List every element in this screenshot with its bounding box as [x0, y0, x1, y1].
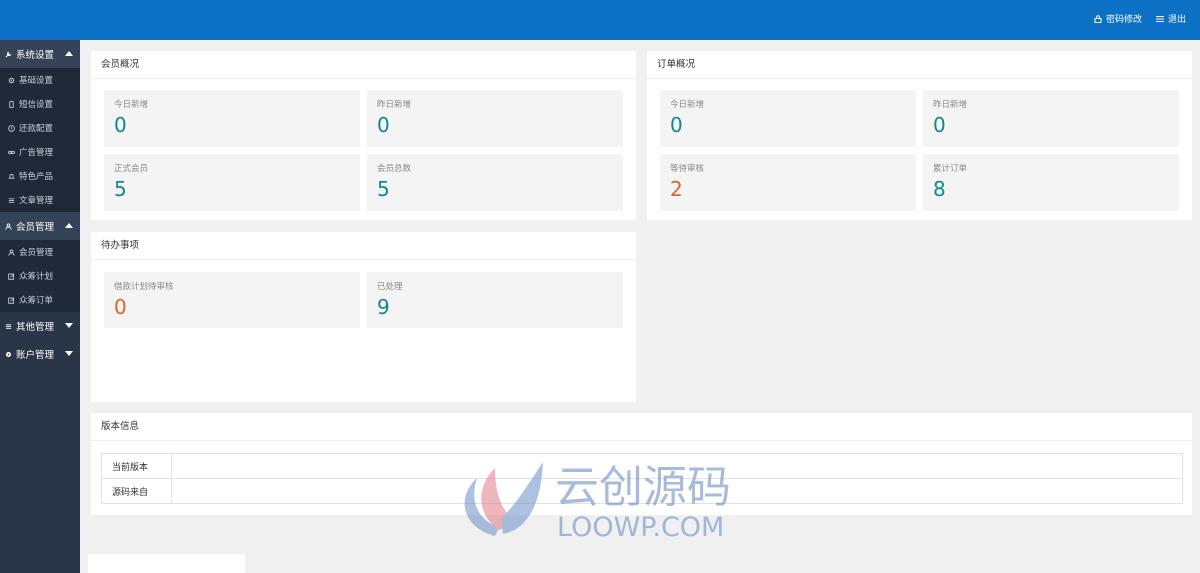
sidebar-item-ad-management[interactable]: 广告管理 [0, 140, 80, 164]
stat-value: 0 [670, 113, 683, 137]
sidebar-item-label: 短信设置 [19, 100, 54, 110]
sidebar-group-account-management[interactable]: 账户管理 [0, 340, 80, 368]
stat-total-members: 会员总数 5 [367, 154, 623, 211]
stat-loan-plan-pending: 借款计划待审核 0 [104, 272, 360, 328]
sidebar-item-label: 众筹计划 [19, 272, 54, 282]
sidebar-item-member-management[interactable]: 会员管理 [0, 240, 80, 264]
watermark-text-cn: 云创源码 [555, 462, 731, 513]
stat-processed: 已处理 9 [367, 272, 623, 328]
sidebar-group-label: 会员管理 [16, 222, 55, 233]
chevron-up-icon [65, 51, 73, 56]
sidebar-group-other-management[interactable]: 其他管理 [0, 312, 80, 340]
gear-icon [8, 77, 15, 83]
card-title: 会员概况 [91, 51, 636, 79]
link-icon [8, 150, 15, 154]
todo-card: 待办事项 借款计划待审核 0 已处理 9 [91, 232, 636, 402]
stat-value: 8 [933, 177, 946, 201]
menu-icon [1155, 15, 1164, 22]
chevron-down-icon [65, 323, 73, 328]
stat-label: 正式会员 [114, 164, 149, 174]
bell-icon [8, 173, 15, 179]
card-title: 版本信息 [91, 413, 1192, 441]
stat-label: 今日新增 [670, 100, 705, 110]
header-actions: 密码修改 退出 [1094, 12, 1186, 25]
top-bar: 密码修改 退出 [0, 0, 1200, 40]
sidebar-item-repayment-config[interactable]: 还款配置 [0, 116, 80, 140]
order-overview-card: 订单概况 今日新增 0 昨日新增 0 等待审核 2 累计订单 8 [647, 51, 1192, 220]
stat-official-members: 正式会员 5 [104, 154, 360, 211]
info-icon [8, 124, 15, 132]
sidebar-item-crowdfunding-orders[interactable]: 众筹订单 [0, 288, 80, 312]
list-icon [5, 323, 12, 329]
edit-icon [8, 297, 15, 304]
sidebar-item-article-management[interactable]: 文章管理 [0, 188, 80, 212]
sidebar-group-label: 系统设置 [16, 50, 55, 61]
gear-icon [6, 351, 11, 357]
stat-label: 等待审核 [670, 164, 705, 174]
logout-label: 退出 [1167, 15, 1186, 25]
table-key: 当前版本 [101, 453, 172, 479]
sidebar-item-label: 还款配置 [19, 124, 54, 134]
card-title: 订单概况 [647, 51, 1192, 79]
stat-label: 昨日新增 [933, 100, 968, 110]
lock-icon [1094, 14, 1102, 23]
sidebar-group-system-settings[interactable]: 系统设置 [0, 40, 80, 68]
stat-value: 2 [670, 177, 683, 201]
stat-label: 会员总数 [377, 164, 412, 174]
change-password-label: 密码修改 [1105, 15, 1142, 25]
stat-value: 0 [114, 113, 127, 137]
user-icon [8, 248, 15, 256]
bottom-panel [88, 554, 245, 573]
wrench-icon [5, 51, 12, 57]
sidebar-submenu-member: 会员管理 众筹计划 众筹订单 [0, 240, 80, 312]
sidebar-item-label: 众筹订单 [19, 296, 54, 306]
stat-label: 借款计划待审核 [114, 282, 174, 292]
stat-value: 9 [377, 295, 390, 319]
sidebar-group-label: 其他管理 [16, 322, 55, 333]
sidebar-item-label: 会员管理 [19, 248, 54, 258]
phone-icon [9, 100, 14, 108]
list-icon [8, 197, 15, 203]
sidebar-item-sms-settings[interactable]: 短信设置 [0, 92, 80, 116]
stat-value: 5 [114, 177, 127, 201]
member-overview-card: 会员概况 今日新增 0 昨日新增 0 正式会员 5 会员总数 5 [91, 51, 636, 220]
stat-label: 累计订单 [933, 164, 968, 174]
stat-today-new-members: 今日新增 0 [104, 90, 360, 147]
sidebar-item-label: 基础设置 [19, 76, 54, 86]
chevron-up-icon [65, 223, 73, 228]
sidebar-item-crowdfunding-plan[interactable]: 众筹计划 [0, 264, 80, 288]
chevron-down-icon [65, 351, 73, 356]
sidebar-item-label: 特色产品 [19, 172, 54, 182]
stat-today-new-orders: 今日新增 0 [660, 90, 916, 147]
table-key: 源码来自 [101, 478, 172, 504]
card-title: 待办事项 [91, 232, 636, 260]
watermark-logo: 云创源码 LOOWP.COM [464, 462, 731, 542]
stat-total-orders: 累计订单 8 [923, 154, 1179, 211]
stat-value: 0 [377, 113, 390, 137]
user-icon [5, 222, 12, 230]
stat-value: 0 [114, 295, 127, 319]
sidebar-group-member-management[interactable]: 会员管理 [0, 212, 80, 240]
stat-yesterday-new-members: 昨日新增 0 [367, 90, 623, 147]
stat-value: 5 [377, 177, 390, 201]
watermark-text-en: LOOWP.COM [557, 512, 724, 542]
stat-value: 0 [933, 113, 946, 137]
sidebar-item-basic-settings[interactable]: 基础设置 [0, 68, 80, 92]
change-password-link[interactable]: 密码修改 [1094, 12, 1142, 25]
sidebar-item-label: 广告管理 [19, 148, 54, 158]
stat-label: 昨日新增 [377, 100, 412, 110]
stat-yesterday-new-orders: 昨日新增 0 [923, 90, 1179, 147]
sidebar: 系统设置 基础设置 短信设置 还款配置 广告管理 特色产品 文章管理 会员管理 … [0, 40, 80, 573]
sidebar-item-featured-products[interactable]: 特色产品 [0, 164, 80, 188]
sidebar-item-label: 文章管理 [19, 196, 54, 206]
stat-label: 已处理 [377, 282, 403, 292]
sidebar-submenu-system: 基础设置 短信设置 还款配置 广告管理 特色产品 文章管理 [0, 68, 80, 212]
stat-pending-review: 等待审核 2 [660, 154, 916, 211]
edit-icon [8, 273, 15, 280]
stat-label: 今日新增 [114, 100, 149, 110]
logout-link[interactable]: 退出 [1155, 12, 1186, 25]
sidebar-group-label: 账户管理 [16, 350, 55, 361]
